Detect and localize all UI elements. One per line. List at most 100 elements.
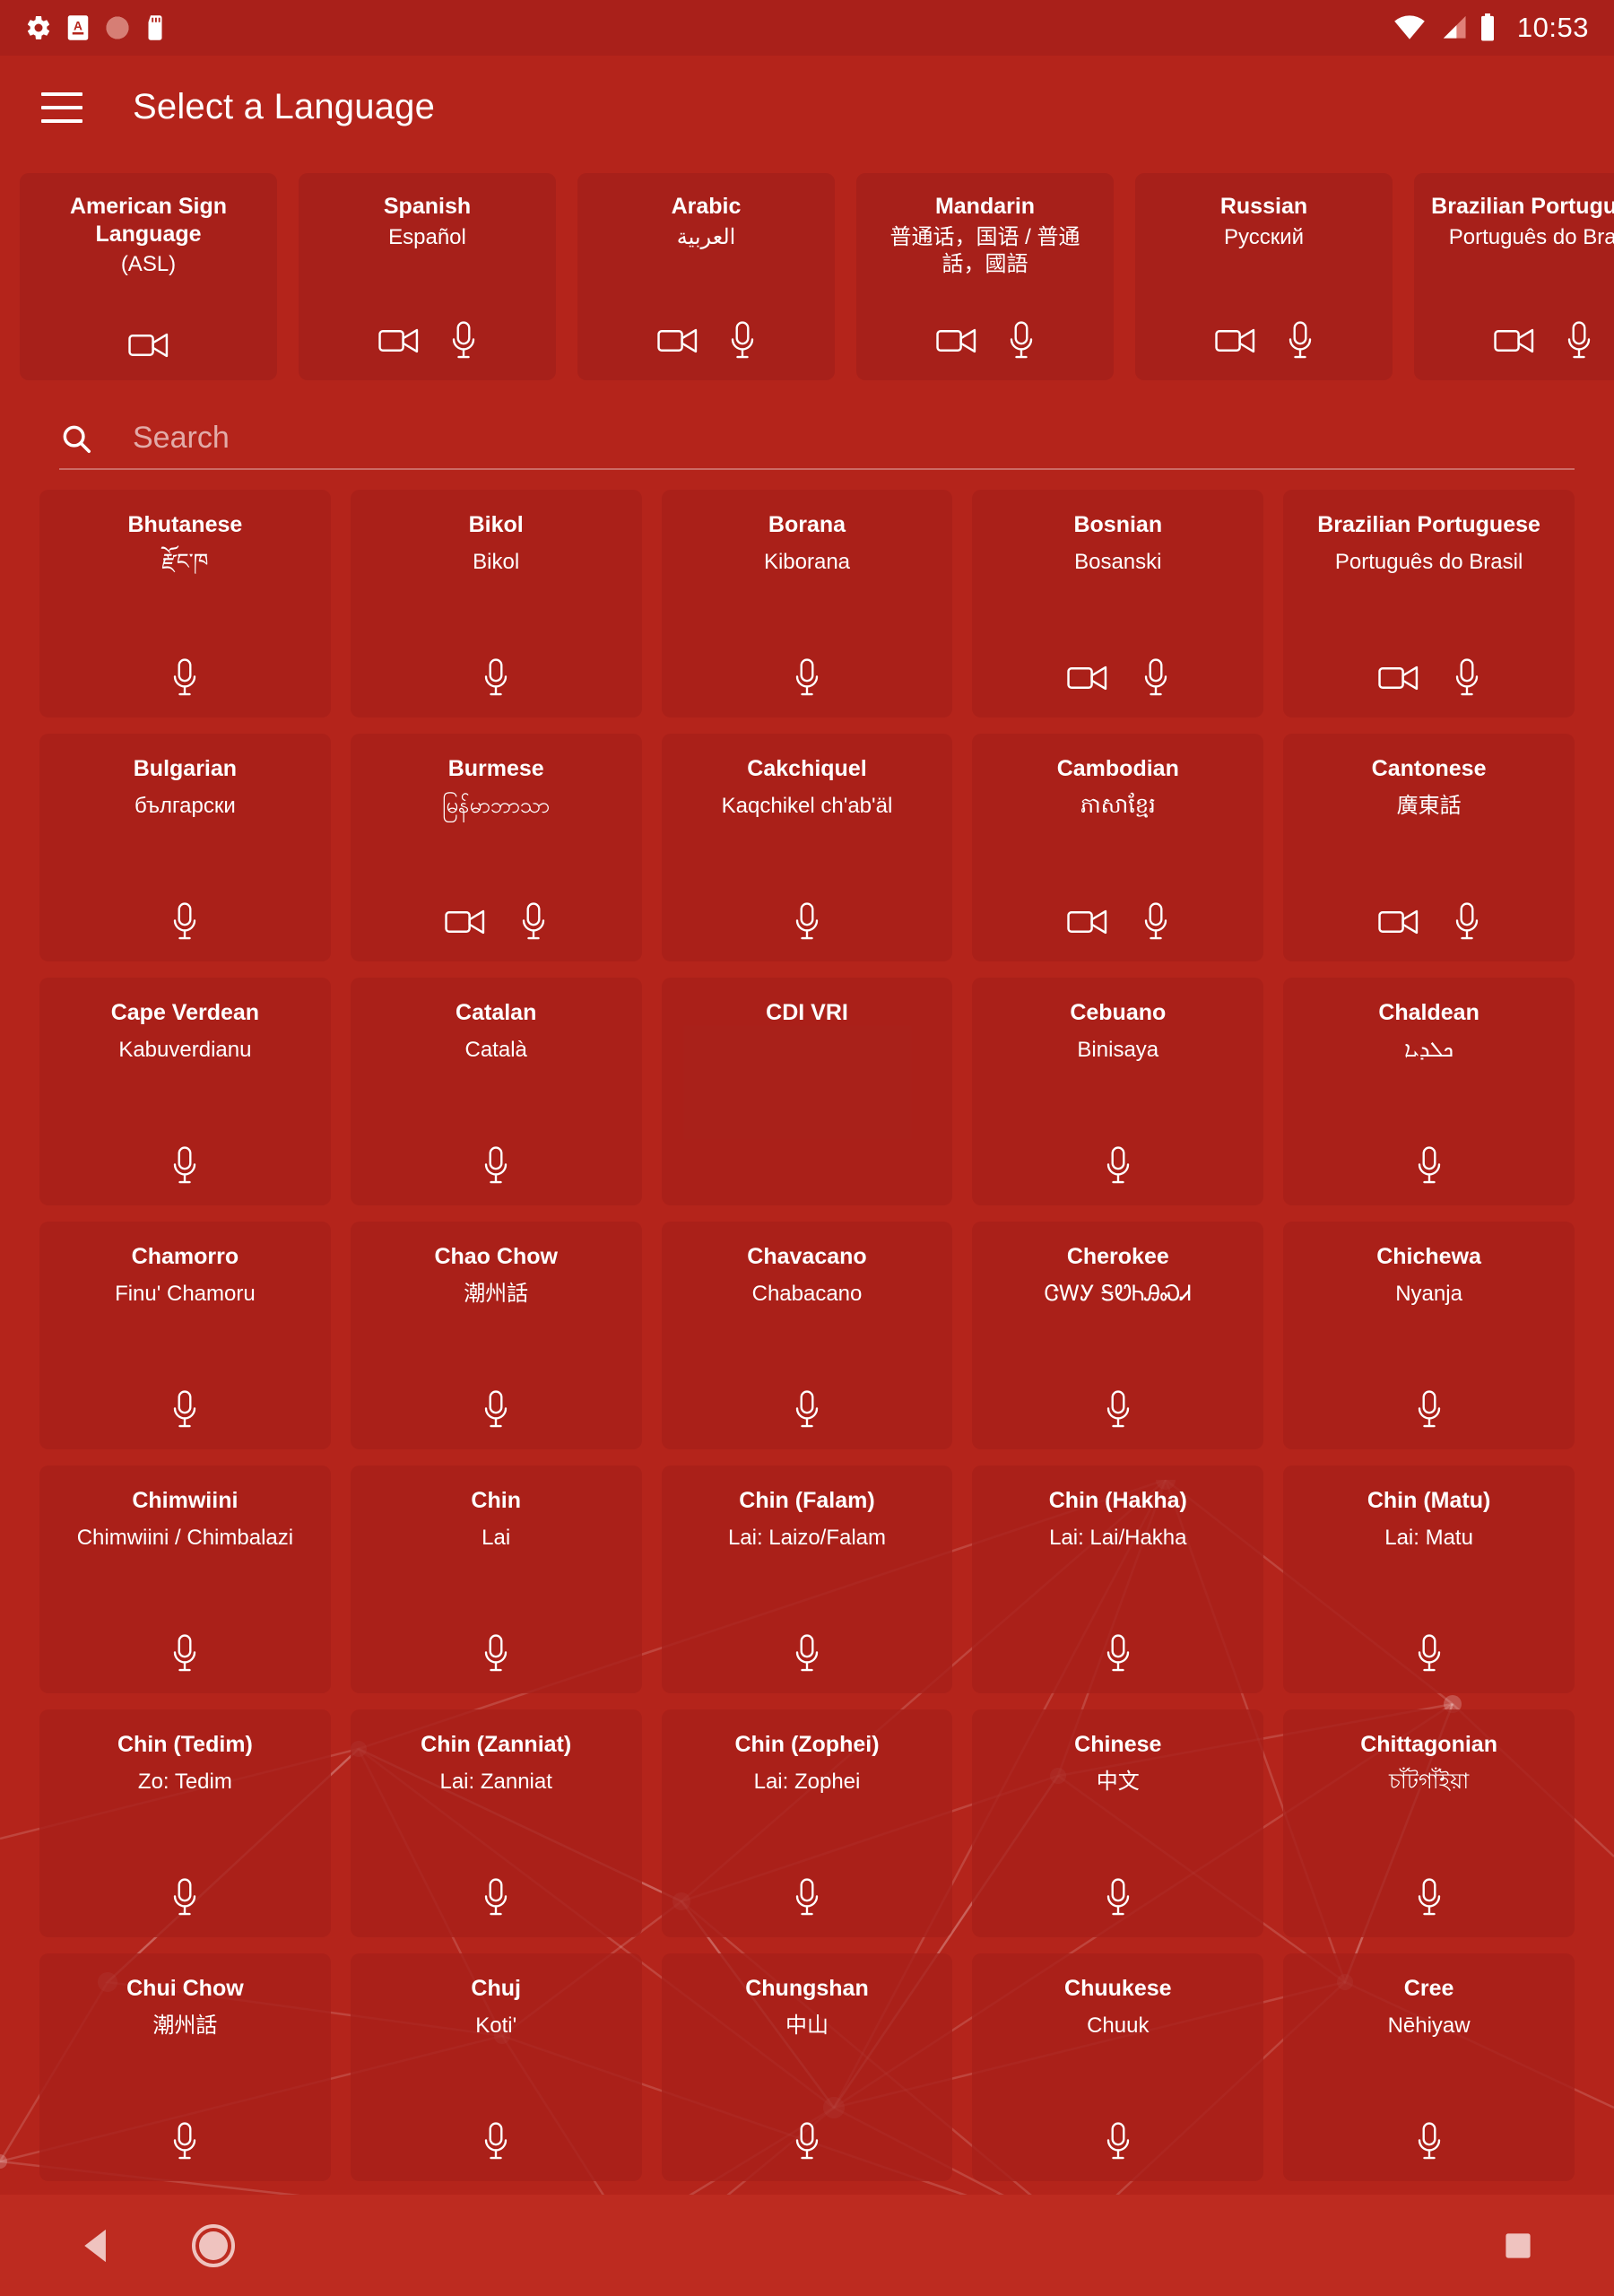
- video-call-icon[interactable]: [1493, 326, 1535, 356]
- video-call-icon[interactable]: [1067, 907, 1108, 937]
- audio-call-icon[interactable]: [171, 1878, 198, 1918]
- back-button-icon[interactable]: [79, 2228, 113, 2264]
- home-button-icon[interactable]: [190, 2222, 237, 2269]
- audio-call-icon[interactable]: [1105, 1390, 1132, 1430]
- language-card[interactable]: Chungshan 中山: [661, 1953, 953, 2181]
- video-call-icon[interactable]: [1377, 907, 1419, 937]
- language-card[interactable]: Chao Chow 潮州話: [350, 1222, 642, 1449]
- video-call-icon[interactable]: [127, 330, 169, 361]
- language-card[interactable]: CDI VRI: [661, 978, 953, 1205]
- language-card[interactable]: Chin (Hakha) Lai: Lai/Hakha: [972, 1465, 1264, 1693]
- language-card[interactable]: Chichewa Nyanja: [1283, 1222, 1575, 1449]
- audio-call-icon[interactable]: [1416, 1390, 1443, 1430]
- audio-call-icon[interactable]: [794, 1878, 820, 1918]
- hamburger-menu-icon[interactable]: [41, 91, 82, 123]
- audio-call-icon[interactable]: [1008, 321, 1035, 361]
- language-card[interactable]: Chui Chow 潮州話: [39, 1953, 331, 2181]
- audio-call-icon[interactable]: [1453, 902, 1480, 942]
- audio-call-icon[interactable]: [794, 2122, 820, 2161]
- audio-call-icon[interactable]: [482, 1878, 509, 1918]
- audio-call-icon[interactable]: [1416, 1634, 1443, 1674]
- audio-call-icon[interactable]: [794, 1390, 820, 1430]
- language-card[interactable]: Chamorro Finu' Chamoru: [39, 1222, 331, 1449]
- audio-call-icon[interactable]: [1416, 1146, 1443, 1186]
- favorite-language-card[interactable]: Arabic العربية: [577, 173, 835, 380]
- favorite-language-card[interactable]: Mandarin 普通话，国语 / 普通話，國語: [856, 173, 1114, 380]
- audio-call-icon[interactable]: [794, 658, 820, 698]
- language-card[interactable]: Chittagonian চাঁটগাঁইয়া: [1283, 1709, 1575, 1937]
- audio-call-icon[interactable]: [171, 1390, 198, 1430]
- language-card[interactable]: Borana Kiborana: [661, 490, 953, 718]
- language-card[interactable]: Brazilian Portuguese Português do Brasil: [1283, 490, 1575, 718]
- language-card[interactable]: Cebuano Binisaya: [972, 978, 1264, 1205]
- recents-button-icon[interactable]: [1503, 2231, 1533, 2261]
- audio-call-icon[interactable]: [171, 1634, 198, 1674]
- language-card[interactable]: Cantonese 廣東話: [1283, 734, 1575, 961]
- language-card[interactable]: Cree Nēhiyaw: [1283, 1953, 1575, 2181]
- language-card[interactable]: Chuukese Chuuk: [972, 1953, 1264, 2181]
- language-card[interactable]: Chin (Matu) Lai: Matu: [1283, 1465, 1575, 1693]
- language-card[interactable]: Bhutanese རྫོང་ཁ: [39, 490, 331, 718]
- language-card[interactable]: Chin (Zophei) Lai: Zophei: [661, 1709, 953, 1937]
- audio-call-icon[interactable]: [1416, 2122, 1443, 2161]
- language-card[interactable]: Cape Verdean Kabuverdianu: [39, 978, 331, 1205]
- audio-call-icon[interactable]: [1416, 1878, 1443, 1918]
- favorite-language-card[interactable]: American Sign Language (ASL): [20, 173, 277, 380]
- audio-call-icon[interactable]: [520, 902, 547, 942]
- favorite-language-card[interactable]: Spanish Español: [299, 173, 556, 380]
- audio-call-icon[interactable]: [1142, 902, 1169, 942]
- language-card[interactable]: Chinese 中文: [972, 1709, 1264, 1937]
- audio-call-icon[interactable]: [1287, 321, 1314, 361]
- language-card[interactable]: Cherokee ᏣᎳᎩ ᎦᏬᏂᎯᏍᏗ: [972, 1222, 1264, 1449]
- audio-call-icon[interactable]: [1105, 1634, 1132, 1674]
- video-call-icon[interactable]: [1377, 663, 1419, 693]
- search-input[interactable]: [133, 421, 1575, 456]
- audio-call-icon[interactable]: [1105, 2122, 1132, 2161]
- language-card[interactable]: Bulgarian български: [39, 734, 331, 961]
- language-card[interactable]: Chin Lai: [350, 1465, 642, 1693]
- audio-call-icon[interactable]: [794, 1634, 820, 1674]
- audio-call-icon[interactable]: [171, 658, 198, 698]
- language-card[interactable]: Chin (Zanniat) Lai: Zanniat: [350, 1709, 642, 1937]
- audio-call-icon[interactable]: [482, 1146, 509, 1186]
- audio-call-icon[interactable]: [1453, 658, 1480, 698]
- audio-call-icon[interactable]: [482, 1390, 509, 1430]
- video-call-icon[interactable]: [1214, 326, 1256, 356]
- audio-call-icon[interactable]: [171, 1146, 198, 1186]
- audio-call-icon[interactable]: [729, 321, 756, 361]
- video-call-icon[interactable]: [1067, 663, 1108, 693]
- favorite-language-card[interactable]: Brazilian Portuguese Português do Brasil: [1414, 173, 1614, 380]
- audio-call-icon[interactable]: [482, 658, 509, 698]
- audio-call-icon[interactable]: [450, 321, 477, 361]
- audio-call-icon[interactable]: [482, 2122, 509, 2161]
- language-card[interactable]: Chin (Falam) Lai: Laizo/Falam: [661, 1465, 953, 1693]
- language-card[interactable]: Chaldean ܟܠܕܝܐ: [1283, 978, 1575, 1205]
- audio-call-icon[interactable]: [1566, 321, 1592, 361]
- language-card[interactable]: Chin (Tedim) Zo: Tedim: [39, 1709, 331, 1937]
- language-card[interactable]: Burmese မြန်မာဘာသာ: [350, 734, 642, 961]
- audio-call-icon[interactable]: [1105, 1878, 1132, 1918]
- audio-call-icon[interactable]: [794, 902, 820, 942]
- audio-call-icon[interactable]: [482, 1634, 509, 1674]
- language-card[interactable]: Bikol Bikol: [350, 490, 642, 718]
- audio-call-icon[interactable]: [1142, 658, 1169, 698]
- video-call-icon[interactable]: [377, 326, 420, 356]
- language-card[interactable]: Cakchiquel Kaqchikel ch'ab'äl: [661, 734, 953, 961]
- language-card[interactable]: Cambodian ភាសាខ្មែរ: [972, 734, 1264, 961]
- favorite-language-card[interactable]: Russian Русский: [1135, 173, 1393, 380]
- audio-call-icon[interactable]: [1105, 1146, 1132, 1186]
- video-call-icon[interactable]: [656, 326, 699, 356]
- search-icon[interactable]: [59, 422, 93, 456]
- language-name: Chin (Matu): [1367, 1488, 1491, 1513]
- language-card[interactable]: Chuj Koti': [350, 1953, 642, 2181]
- search-bar: [0, 387, 1614, 470]
- favorite-languages-carousel[interactable]: American Sign Language (ASL) Spanish Españo…: [0, 159, 1614, 387]
- language-card[interactable]: Chavacano Chabacano: [661, 1222, 953, 1449]
- audio-call-icon[interactable]: [171, 2122, 198, 2161]
- language-card[interactable]: Catalan Català: [350, 978, 642, 1205]
- language-card[interactable]: Chimwiini Chimwiini / Chimbalazi: [39, 1465, 331, 1693]
- video-call-icon[interactable]: [445, 907, 486, 937]
- language-card[interactable]: Bosnian Bosanski: [972, 490, 1264, 718]
- video-call-icon[interactable]: [935, 326, 977, 356]
- audio-call-icon[interactable]: [171, 902, 198, 942]
